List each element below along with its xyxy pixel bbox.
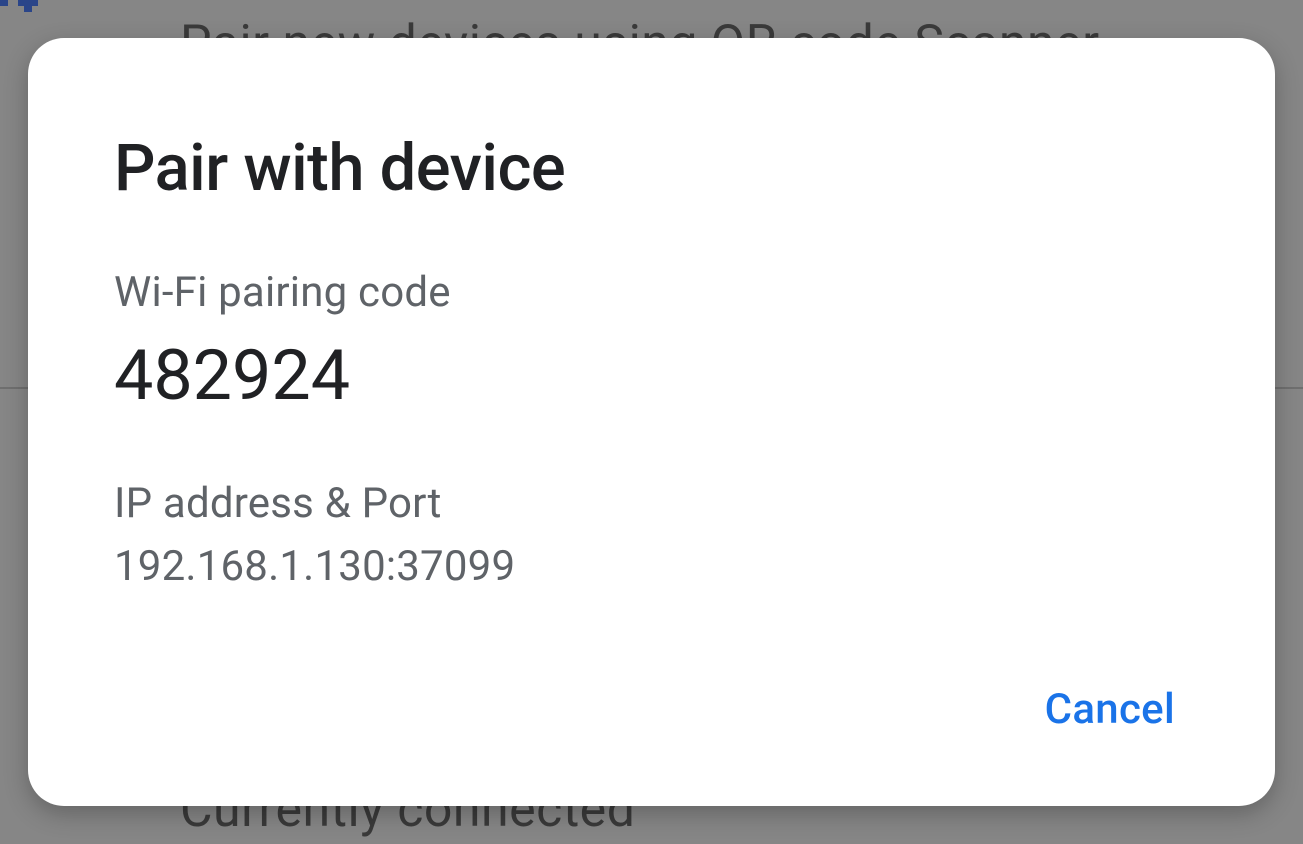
dialog-title: Pair with device [114, 130, 1189, 206]
pairing-code-value: 482924 [114, 335, 1189, 417]
qr-plus-icon [0, 0, 54, 40]
dialog-actions: Cancel [114, 673, 1189, 746]
cancel-button[interactable]: Cancel [1041, 673, 1179, 746]
pairing-code-label: Wi-Fi pairing code [114, 268, 1189, 317]
ip-port-value: 192.168.1.130:37099 [114, 542, 1189, 591]
pair-device-dialog: Pair with device Wi-Fi pairing code 4829… [28, 38, 1275, 806]
ip-port-label: IP address & Port [114, 479, 1189, 528]
